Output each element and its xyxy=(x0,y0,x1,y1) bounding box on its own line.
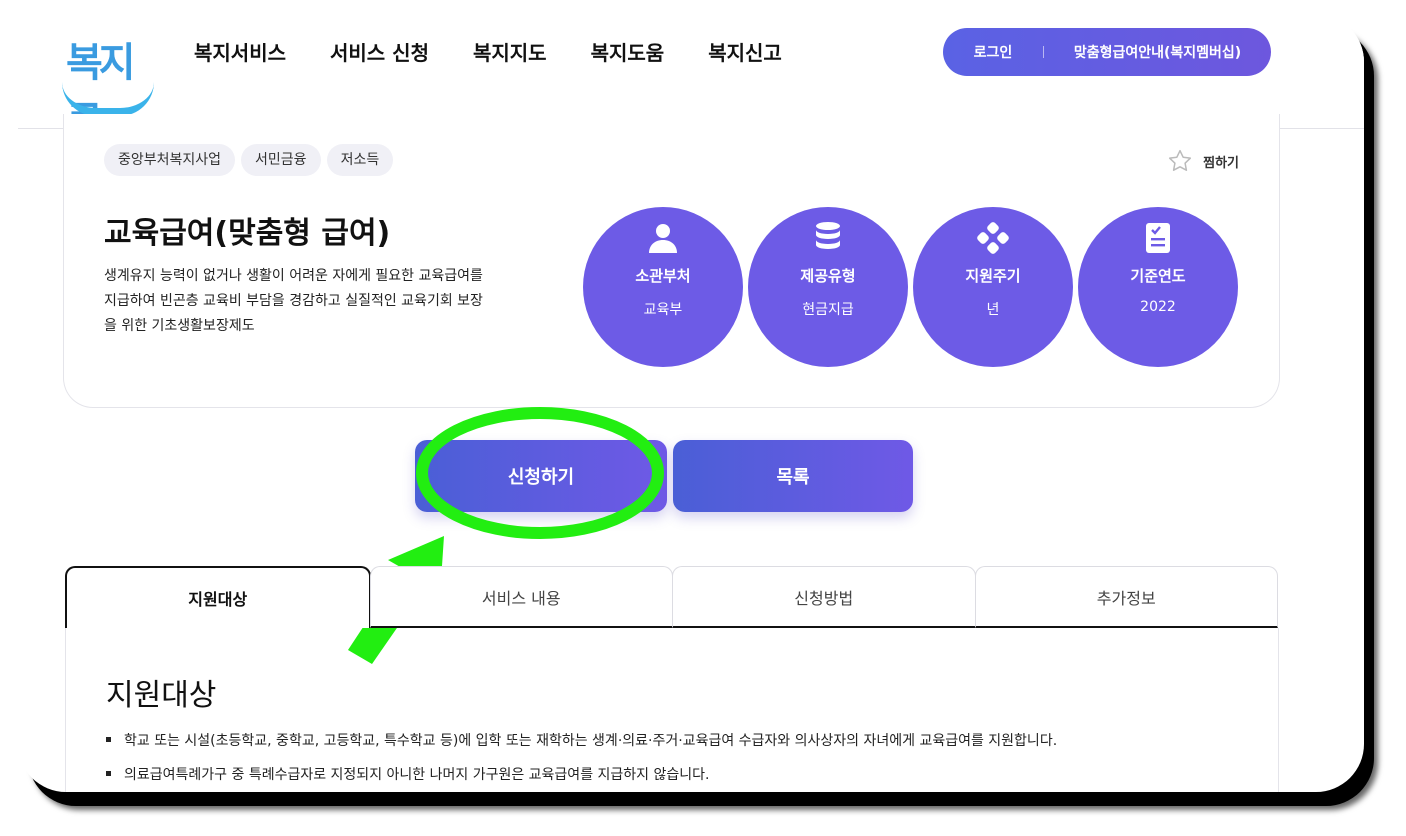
eligibility-list: 학교 또는 시설(초등학교, 중학교, 고등학교, 특수학교 등)에 입학 또는… xyxy=(105,730,1057,792)
site-logo[interactable]: 복지로 xyxy=(58,28,158,144)
list-item: 의료급여특례가구 중 특례수급자로 지정되지 아니한 나머지 가구원은 교육급여… xyxy=(105,764,1057,784)
info-value: 교육부 xyxy=(643,302,683,318)
detail-tabs: 지원대상 서비스 내용 신청방법 추가정보 xyxy=(65,566,1278,628)
nav-welfare-service[interactable]: 복지서비스 xyxy=(194,36,286,70)
list-button[interactable]: 목록 xyxy=(673,440,913,512)
nav-service-apply[interactable]: 서비스 신청 xyxy=(330,36,429,70)
service-summary-card: 중앙부처복지사업 서민금융 저소득 찜하기 교육급여(맞춤형 급여) 생계유지 … xyxy=(63,114,1280,408)
bookmark-label: 찜하기 xyxy=(1203,155,1239,171)
info-value: 현금지급 xyxy=(802,302,854,318)
info-label: 기준연도 xyxy=(1130,267,1186,285)
tag-item[interactable]: 저소득 xyxy=(326,144,394,176)
clipboard-icon xyxy=(1078,221,1238,255)
info-value: 년 xyxy=(986,302,1000,318)
person-icon xyxy=(583,221,743,255)
info-department: 소관부처 교육부 xyxy=(583,207,743,367)
dots-icon xyxy=(913,221,1073,255)
tab-service-content[interactable]: 서비스 내용 xyxy=(369,566,673,628)
info-value: 2022 xyxy=(1140,299,1176,315)
info-base-year: 기준연도 2022 xyxy=(1078,207,1238,367)
tag-list: 중앙부처복지사업 서민금융 저소득 xyxy=(104,144,399,176)
info-label: 제공유형 xyxy=(800,267,856,285)
tag-item[interactable]: 서민금융 xyxy=(241,144,321,176)
nav-welfare-help[interactable]: 복지도움 xyxy=(591,36,665,70)
tab-content: 지원대상 학교 또는 시설(초등학교, 중학교, 고등학교, 특수학교 등)에 … xyxy=(65,628,1279,792)
nav-welfare-report[interactable]: 복지신고 xyxy=(708,36,782,70)
info-label: 지원주기 xyxy=(965,267,1021,285)
service-title: 교육급여(맞춤형 급여) xyxy=(104,216,391,251)
site-header: 복지로 복지서비스 서비스 신청 복지지도 복지도움 복지신고 로그인 맞춤형급… xyxy=(18,14,1364,144)
section-title: 지원대상 xyxy=(104,670,221,714)
tab-application-method[interactable]: 신청방법 xyxy=(672,566,976,628)
database-icon xyxy=(748,221,908,255)
section-title-text: 지원대상 xyxy=(106,678,217,713)
tab-additional-info[interactable]: 추가정보 xyxy=(974,566,1278,628)
info-circles: 소관부처 교육부 제공유형 현금지급 지원주기 년 기준연도 2022 xyxy=(583,207,1243,367)
tab-eligibility[interactable]: 지원대상 xyxy=(65,566,371,628)
star-icon xyxy=(1169,149,1192,171)
login-link[interactable]: 로그인 xyxy=(943,42,1043,62)
service-description: 생계유지 능력이 없거나 생활이 어려운 자에게 필요한 교육급여를 지급하여 … xyxy=(104,268,483,334)
info-support-cycle: 지원주기 년 xyxy=(913,207,1073,367)
user-menu-pill: 로그인 맞춤형급여안내(복지멤버십) xyxy=(943,28,1271,76)
membership-link[interactable]: 맞춤형급여안내(복지멤버십) xyxy=(1044,42,1271,62)
bookmark-button[interactable]: 찜하기 xyxy=(1167,148,1239,174)
apply-button[interactable]: 신청하기 xyxy=(415,440,667,512)
info-provision-type: 제공유형 현금지급 xyxy=(748,207,908,367)
nav-welfare-map[interactable]: 복지지도 xyxy=(473,36,547,70)
tag-item[interactable]: 중앙부처복지사업 xyxy=(104,144,236,176)
main-nav: 복지서비스 서비스 신청 복지지도 복지도움 복지신고 xyxy=(194,36,826,70)
list-item: 학교 또는 시설(초등학교, 중학교, 고등학교, 특수학교 등)에 입학 또는… xyxy=(105,730,1057,750)
browser-frame: 복지로 복지서비스 서비스 신청 복지지도 복지도움 복지신고 로그인 맞춤형급… xyxy=(18,14,1364,792)
info-label: 소관부처 xyxy=(635,267,691,285)
